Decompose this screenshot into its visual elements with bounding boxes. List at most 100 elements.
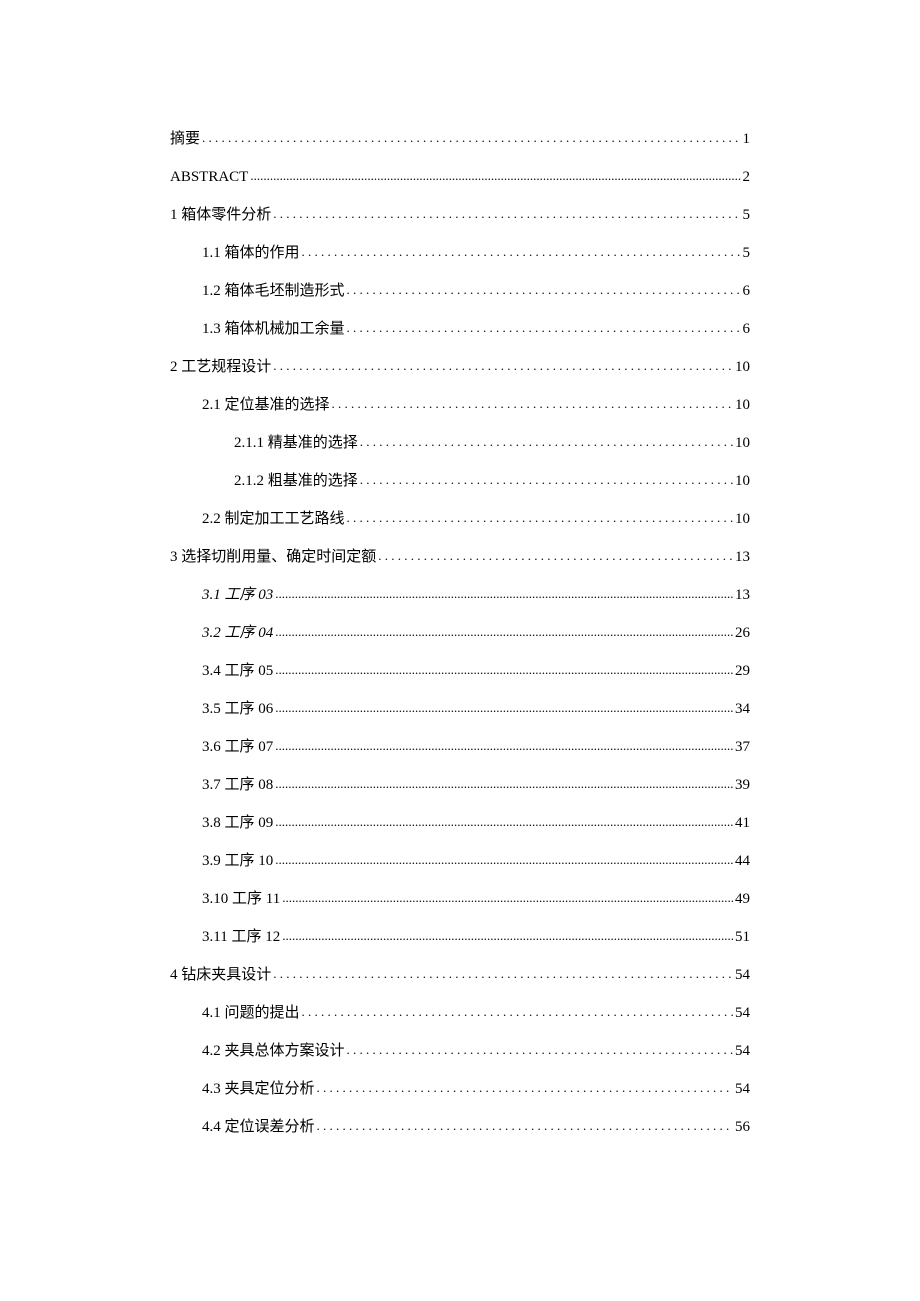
toc-leader-dots: ........................................… [282,928,733,944]
toc-entry-title: ABSTRACT [170,168,248,186]
table-of-contents: 摘要. . . . . . . . . . . . . . . . . . . … [170,130,750,1136]
toc-entry-page: 39 [735,776,750,794]
toc-leader-dots: . . . . . . . . . . . . . . . . . . . . … [360,472,733,488]
toc-entry-title: 2.1 定位基准的选择 [202,396,330,414]
toc-entry[interactable]: 4.1 问题的提出. . . . . . . . . . . . . . . .… [202,1004,750,1022]
toc-leader-dots: ........................................… [275,624,733,640]
toc-entry-page: 41 [735,814,750,832]
toc-entry-title: 3.9 工序 10 [202,852,273,870]
toc-leader-dots: ........................................… [275,814,733,830]
toc-entry[interactable]: 3.1 工序 03...............................… [202,586,750,604]
toc-entry-page: 13 [735,586,750,604]
toc-entry-title: 4.1 问题的提出 [202,1004,300,1022]
toc-entry[interactable]: 3.10 工序 11..............................… [202,890,750,908]
toc-entry-title: 3 选择切削用量、确定时间定额 [170,548,376,566]
toc-leader-dots: . . . . . . . . . . . . . . . . . . . . … [273,358,733,374]
toc-entry-title: 2.1.1 精基准的选择 [234,434,358,452]
toc-entry-page: 44 [735,852,750,870]
toc-leader-dots: . . . . . . . . . . . . . . . . . . . . … [347,510,733,526]
toc-leader-dots: . . . . . . . . . . . . . . . . . . . . … [273,966,733,982]
toc-entry-title: 3.2 工序 04 [202,624,273,642]
toc-leader-dots: ........................................… [275,700,733,716]
toc-entry-page: 5 [743,244,751,262]
toc-entry[interactable]: 3 选择切削用量、确定时间定额. . . . . . . . . . . . .… [170,548,750,566]
toc-entry[interactable]: 3.5 工序 06...............................… [202,700,750,718]
toc-entry-title: 1.2 箱体毛坯制造形式 [202,282,345,300]
toc-entry-title: 2.1.2 粗基准的选择 [234,472,358,490]
toc-entry-title: 4.4 定位误差分析 [202,1118,315,1136]
toc-leader-dots: . . . . . . . . . . . . . . . . . . . . … [317,1118,733,1134]
toc-entry-page: 13 [735,548,750,566]
toc-entry[interactable]: 4.4 定位误差分析. . . . . . . . . . . . . . . … [202,1118,750,1136]
toc-leader-dots: . . . . . . . . . . . . . . . . . . . . … [273,206,740,222]
toc-leader-dots: . . . . . . . . . . . . . . . . . . . . … [347,1042,733,1058]
toc-entry[interactable]: 4 钻床夹具设计. . . . . . . . . . . . . . . . … [170,966,750,984]
toc-entry-page: 54 [735,966,750,984]
toc-leader-dots: . . . . . . . . . . . . . . . . . . . . … [302,1004,733,1020]
toc-entry[interactable]: 1.1 箱体的作用. . . . . . . . . . . . . . . .… [202,244,750,262]
toc-leader-dots: . . . . . . . . . . . . . . . . . . . . … [302,244,741,260]
toc-entry-page: 2 [743,168,751,186]
toc-entry-title: 1.1 箱体的作用 [202,244,300,262]
toc-entry-title: 3.11 工序 12 [202,928,280,946]
toc-entry-title: 摘要 [170,130,200,148]
toc-entry[interactable]: 3.6 工序 07...............................… [202,738,750,756]
toc-entry-page: 10 [735,358,750,376]
toc-entry[interactable]: 摘要. . . . . . . . . . . . . . . . . . . … [170,130,750,148]
toc-entry[interactable]: 1.3 箱体机械加工余量. . . . . . . . . . . . . . … [202,320,750,338]
toc-entry-title: 4.2 夹具总体方案设计 [202,1042,345,1060]
toc-entry[interactable]: 4.3 夹具定位分析. . . . . . . . . . . . . . . … [202,1080,750,1098]
toc-entry[interactable]: 1 箱体零件分析. . . . . . . . . . . . . . . . … [170,206,750,224]
toc-entry[interactable]: 3.9 工序 10...............................… [202,852,750,870]
toc-entry-title: 2 工艺规程设计 [170,358,271,376]
toc-entry-page: 10 [735,472,750,490]
toc-entry[interactable]: 3.2 工序 04...............................… [202,624,750,642]
toc-leader-dots: . . . . . . . . . . . . . . . . . . . . … [360,434,733,450]
toc-leader-dots: ........................................… [275,662,733,678]
toc-leader-dots: . . . . . . . . . . . . . . . . . . . . … [378,548,733,564]
toc-entry-title: 3.1 工序 03 [202,586,273,604]
toc-entry-page: 1 [743,130,751,148]
toc-entry-title: 3.10 工序 11 [202,890,280,908]
toc-entry-title: 1 箱体零件分析 [170,206,271,224]
toc-entry-page: 5 [743,206,751,224]
toc-entry-title: 2.2 制定加工工艺路线 [202,510,345,528]
toc-entry-page: 49 [735,890,750,908]
toc-entry-page: 26 [735,624,750,642]
toc-leader-dots: ........................................… [275,738,733,754]
toc-entry-page: 29 [735,662,750,680]
toc-entry[interactable]: 3.4 工序 05...............................… [202,662,750,680]
toc-entry-title: 4.3 夹具定位分析 [202,1080,315,1098]
toc-entry-page: 10 [735,396,750,414]
toc-entry[interactable]: 2.1.1 精基准的选择. . . . . . . . . . . . . . … [234,434,750,452]
toc-entry-page: 10 [735,510,750,528]
toc-entry-title: 3.8 工序 09 [202,814,273,832]
toc-entry-page: 6 [743,282,751,300]
toc-entry[interactable]: 2.1 定位基准的选择. . . . . . . . . . . . . . .… [202,396,750,414]
toc-entry-page: 37 [735,738,750,756]
toc-entry[interactable]: ABSTRACT................................… [170,168,750,186]
toc-entry[interactable]: 3.8 工序 09...............................… [202,814,750,832]
toc-entry-page: 6 [743,320,751,338]
toc-leader-dots: . . . . . . . . . . . . . . . . . . . . … [202,130,740,146]
toc-leader-dots: . . . . . . . . . . . . . . . . . . . . … [317,1080,733,1096]
toc-entry-title: 4 钻床夹具设计 [170,966,271,984]
toc-leader-dots: . . . . . . . . . . . . . . . . . . . . … [347,282,741,298]
toc-leader-dots: ........................................… [275,776,733,792]
toc-entry[interactable]: 3.11 工序 12..............................… [202,928,750,946]
toc-entry-page: 54 [735,1080,750,1098]
toc-entry-title: 3.7 工序 08 [202,776,273,794]
toc-entry[interactable]: 2.1.2 粗基准的选择. . . . . . . . . . . . . . … [234,472,750,490]
toc-entry[interactable]: 2.2 制定加工工艺路线. . . . . . . . . . . . . . … [202,510,750,528]
toc-entry-title: 1.3 箱体机械加工余量 [202,320,345,338]
toc-leader-dots: ........................................… [275,586,733,602]
toc-leader-dots: ........................................… [250,168,740,184]
toc-entry-title: 3.6 工序 07 [202,738,273,756]
toc-entry[interactable]: 1.2 箱体毛坯制造形式. . . . . . . . . . . . . . … [202,282,750,300]
toc-leader-dots: . . . . . . . . . . . . . . . . . . . . … [347,320,741,336]
toc-entry[interactable]: 2 工艺规程设计. . . . . . . . . . . . . . . . … [170,358,750,376]
toc-entry[interactable]: 4.2 夹具总体方案设计. . . . . . . . . . . . . . … [202,1042,750,1060]
toc-entry-page: 54 [735,1042,750,1060]
toc-entry-page: 34 [735,700,750,718]
toc-entry[interactable]: 3.7 工序 08...............................… [202,776,750,794]
